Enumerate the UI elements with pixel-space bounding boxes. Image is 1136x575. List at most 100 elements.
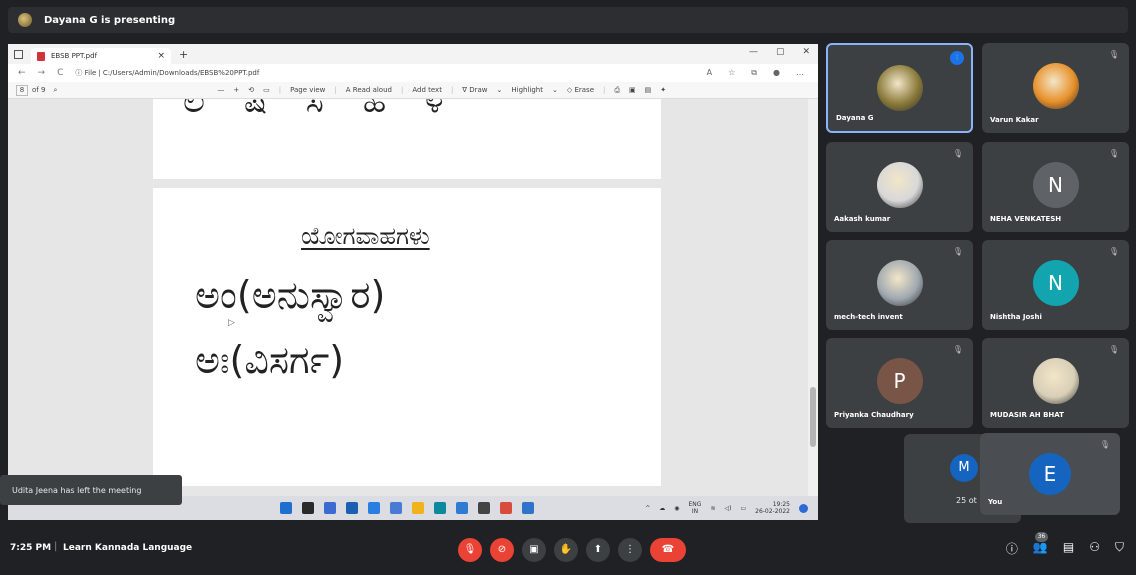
highlight-dropdown-icon: ⌄ <box>551 86 558 94</box>
participant-tile[interactable]: 🎙 mech-tech invent <box>826 240 973 330</box>
taskbar-app-icon <box>368 502 380 514</box>
pdf-page-previous: ಲ ಷ ಸ ಹ ಳ <box>153 99 661 179</box>
people-icon: 👥 <box>1032 540 1048 554</box>
taskbar-app-icon <box>456 502 468 514</box>
previous-page-text: ಲ ಷ ಸ ಹ ಳ <box>183 99 458 121</box>
clock-date: 26-02-2022 <box>755 508 790 515</box>
toolbar-separator: | <box>278 86 282 94</box>
tab-actions-icon <box>14 49 23 59</box>
url-text: C:/Users/Admin/Downloads/EBSB%20PPT.pdf <box>102 69 260 77</box>
mute-indicator-icon: 🎙 <box>1108 345 1119 354</box>
activities-icon[interactable]: ⚇ <box>1089 540 1100 557</box>
toolbar-separator: | <box>603 86 606 94</box>
zoom-out-icon: — <box>217 86 225 94</box>
read-aloud-button: A Read aloud <box>345 86 392 94</box>
pdf-toolbar: 8 of 9 ⌕ — + ⟲ ▭ | Page view | A Read al… <box>8 82 818 99</box>
end-call-button[interactable]: ☎ <box>650 538 686 562</box>
minimize-icon: — <box>748 47 758 57</box>
taskbar-app-icon <box>280 502 292 514</box>
self-view-tile[interactable]: 🎙 E You <box>980 433 1120 515</box>
people-button[interactable]: 👥 36 <box>1032 532 1048 557</box>
page-number-input: 8 <box>16 84 28 96</box>
pin-icon: ✦ <box>660 86 667 94</box>
participant-avatar <box>876 162 923 208</box>
system-clock: 19:25 26-02-2022 <box>755 501 790 515</box>
overflow-avatar: M <box>950 454 978 482</box>
new-tab-icon: + <box>179 47 189 61</box>
more-options-icon: ⋮ <box>625 544 635 555</box>
scroll-thumb <box>810 387 816 447</box>
add-text-button: Add text <box>412 86 442 94</box>
participant-name: Dayana G <box>836 114 874 122</box>
mute-indicator-icon: 🎙 <box>1099 440 1110 449</box>
taskbar-app-icon <box>346 502 358 514</box>
refresh-icon: C <box>57 68 64 78</box>
tab-close-icon: × <box>157 51 165 61</box>
pdf-scrollbar <box>808 99 818 496</box>
taskbar-app-icon <box>522 502 534 514</box>
pdf-search-icon: ⌕ <box>53 85 58 94</box>
taskbar-icons <box>280 502 534 514</box>
language-indicator: ENG IN <box>689 501 702 515</box>
participant-name: MUDASIR AH BHAT <box>990 411 1064 419</box>
participant-tile[interactable]: 🎙 Aakash kumar <box>826 142 973 232</box>
meeting-title: Learn Kannada Language <box>63 543 193 553</box>
mute-indicator-icon: 🎙 <box>952 247 963 256</box>
toolbar-separator: | <box>450 86 454 94</box>
toolbar-separator: | <box>400 86 404 94</box>
mute-indicator-icon: 🎙 <box>952 345 963 354</box>
wifi-icon: ≋ <box>710 504 716 512</box>
meeting-control-bar: 7:25 PM | Learn Kannada Language 🎙 ⊘ ▣ ✋… <box>0 528 1136 575</box>
volume-icon: ◁) <box>724 504 732 512</box>
draw-dropdown-icon: ⌄ <box>496 86 503 94</box>
present-button[interactable]: ⬆ <box>586 538 610 562</box>
mic-off-button[interactable]: 🎙 <box>458 538 482 562</box>
present-icon: ⬆ <box>593 544 603 555</box>
tab-title: EBSB PPT.pdf <box>51 52 98 60</box>
region-code: IN <box>691 508 699 515</box>
people-count-badge: 36 <box>1034 532 1048 542</box>
notification-icon <box>799 503 808 513</box>
participant-avatar: P <box>876 358 923 404</box>
meeting-info-icon[interactable]: ⓘ <box>1006 540 1018 557</box>
participant-name: mech-tech invent <box>834 313 903 321</box>
mic-off-icon: 🎙 <box>463 544 477 555</box>
taskbar-app-icon <box>434 502 446 514</box>
close-window-icon: ✕ <box>802 47 810 57</box>
mouse-cursor-icon: ▷ <box>228 318 235 328</box>
captions-button[interactable]: ▣ <box>522 538 546 562</box>
chat-icon[interactable]: ▤ <box>1063 540 1074 557</box>
participant-avatar <box>876 260 923 306</box>
participant-tile[interactable]: 🎙 P Priyanka Chaudhary <box>826 338 973 428</box>
print-icon: ⎙ <box>614 85 620 94</box>
address-bar: ← → C ⓘ File | C:/Users/Admin/Downloads/… <box>8 64 818 82</box>
participant-tile[interactable]: 🎙 MUDASIR AH BHAT <box>982 338 1129 428</box>
side-panel-controls: ⓘ 👥 36 ▤ ⚇ ⛉ <box>1006 532 1124 557</box>
host-controls-icon[interactable]: ⛉ <box>1115 540 1124 557</box>
shared-screen: EBSB PPT.pdf × + — ▢ ✕ ← → C ⓘ File | C:… <box>8 44 818 520</box>
taskbar-app-icon <box>390 502 402 514</box>
captions-icon: ▣ <box>529 544 539 555</box>
participant-name: Varun Kakar <box>990 116 1039 124</box>
save-as-icon: ▤ <box>644 86 652 94</box>
pdf-page-current: ಯೋಗವಾಹಗಳು ಅಂ(ಅನುಸ್ವಾರ) ▷ ಅಃ(ವಿಸರ್ಗ) <box>153 188 661 486</box>
pdf-viewport: ಲ ಷ ಸ ಹ ಳ ಯೋಗವಾಹಗಳು ಅಂ(ಅನುಸ್ವಾರ) ▷ ಅಃ(ವಿ… <box>8 99 818 496</box>
participant-tile[interactable]: 🎙 N Nishtha Joshi <box>982 240 1129 330</box>
tray-status-icon: ◉ <box>674 504 680 512</box>
taskbar-app-icon <box>500 502 512 514</box>
participant-tile[interactable]: 🎙 N NEHA VENKATESH <box>982 142 1129 232</box>
erase-button: ◇ Erase <box>566 86 595 94</box>
raise-hand-icon: ✋ <box>559 544 573 555</box>
more-options-button[interactable]: ⋮ <box>618 538 642 562</box>
raise-hand-button[interactable]: ✋ <box>554 538 578 562</box>
participant-tile[interactable]: 🎙 Varun Kakar <box>982 43 1129 133</box>
page-total: of 9 <box>32 86 46 94</box>
cloud-icon: ☁ <box>659 504 666 512</box>
presenting-bar: Dayana G is presenting <box>8 7 1128 33</box>
participant-name: Aakash kumar <box>834 215 891 223</box>
browser-tab: EBSB PPT.pdf × <box>31 48 171 64</box>
taskbar-app-icon <box>324 502 336 514</box>
profile-icon: ● <box>773 68 780 77</box>
participant-tile[interactable]: ⫶ Dayana G <box>826 43 973 133</box>
camera-off-button[interactable]: ⊘ <box>490 538 514 562</box>
